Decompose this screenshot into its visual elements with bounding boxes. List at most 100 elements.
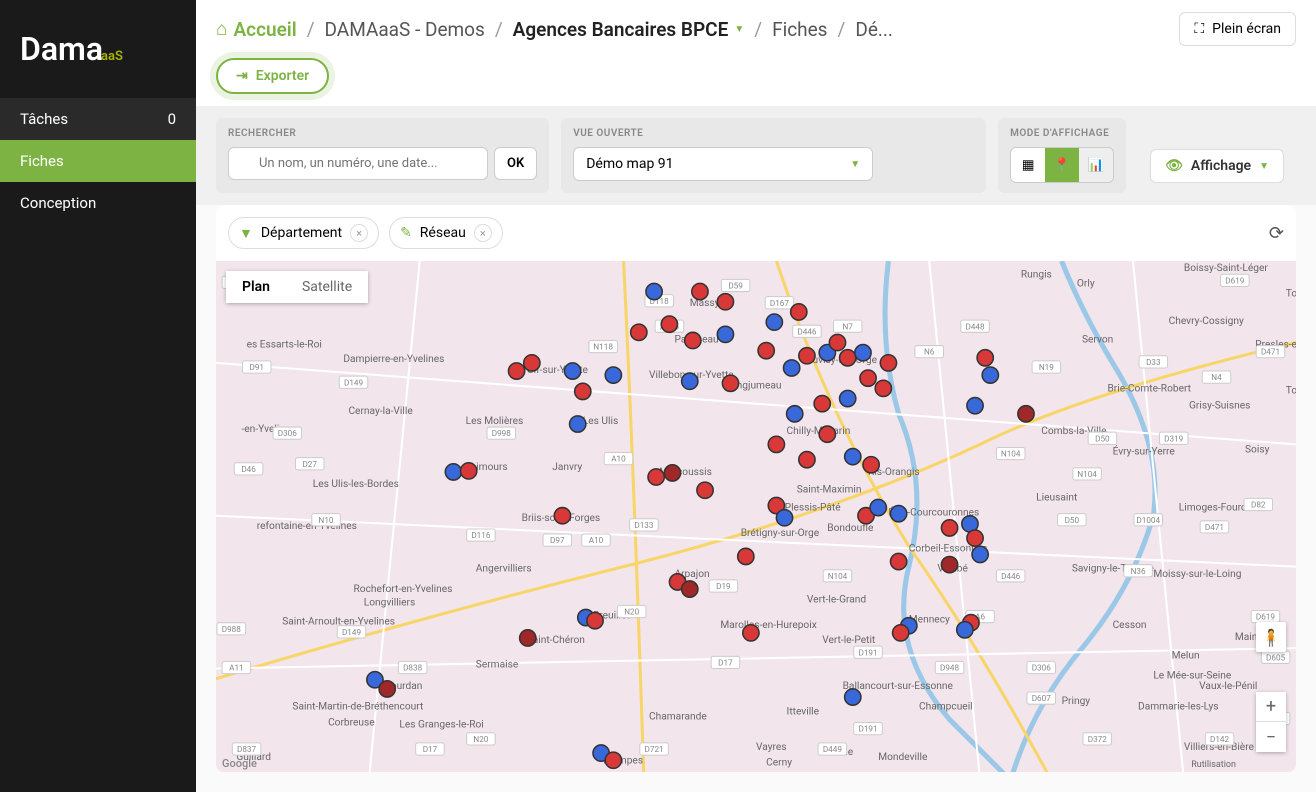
map-marker[interactable] — [445, 464, 461, 480]
map-marker[interactable] — [682, 581, 698, 597]
mode-map-button[interactable]: 📍 — [1045, 148, 1079, 182]
search-input[interactable] — [228, 147, 488, 180]
map-marker[interactable] — [967, 398, 983, 414]
map-marker[interactable] — [840, 350, 856, 366]
map-marker[interactable] — [840, 390, 856, 406]
map-marker[interactable] — [648, 469, 664, 485]
map-marker[interactable] — [717, 294, 733, 310]
map-marker[interactable] — [631, 324, 647, 340]
map-canvas[interactable]: Boissy-Saint-LégerOrlyRungisTournChevry-… — [216, 261, 1296, 772]
nav-fiches[interactable]: Fiches — [0, 140, 196, 182]
zoom-out-button[interactable]: − — [1256, 722, 1286, 752]
search-ok-button[interactable]: OK — [494, 147, 537, 180]
map-marker[interactable] — [722, 375, 738, 391]
map-marker[interactable] — [893, 625, 909, 641]
map-marker[interactable] — [685, 332, 701, 348]
road-badge: D605 — [1266, 652, 1285, 662]
map-marker[interactable] — [766, 314, 782, 330]
fullscreen-button[interactable]: ⛶ Plein écran — [1179, 12, 1296, 46]
map-marker[interactable] — [564, 363, 580, 379]
map-marker[interactable] — [783, 360, 799, 376]
map[interactable]: Plan Satellite — [216, 261, 1296, 772]
map-marker[interactable] — [461, 463, 477, 479]
map-marker[interactable] — [692, 283, 708, 299]
pin-icon: 📍 — [1054, 158, 1071, 173]
map-marker[interactable] — [890, 553, 906, 569]
map-marker[interactable] — [941, 520, 957, 536]
map-type-satellite[interactable]: Satellite — [286, 271, 368, 303]
breadcrumb-fiches[interactable]: Fiches — [772, 18, 827, 41]
map-marker[interactable] — [776, 510, 792, 526]
funnel-icon: ▼ — [239, 225, 253, 242]
map-marker[interactable] — [957, 622, 973, 638]
nav-conception[interactable]: Conception — [0, 182, 196, 224]
map-marker[interactable] — [967, 530, 983, 546]
chevron-down-icon: ▼ — [1259, 161, 1269, 172]
map-marker[interactable] — [605, 367, 621, 383]
map-marker[interactable] — [646, 283, 662, 299]
road-badge: D50 — [1095, 433, 1110, 443]
affichage-button[interactable]: 👁 Affichage ▼ — [1150, 149, 1284, 183]
map-marker[interactable] — [520, 630, 536, 646]
breadcrumb-demos[interactable]: DAMAaaS - Demos — [325, 18, 485, 41]
filter-remove-icon[interactable]: × — [350, 224, 368, 242]
map-marker[interactable] — [819, 426, 835, 442]
map-marker[interactable] — [758, 343, 774, 359]
breadcrumb-home[interactable]: ⌂ Accueil — [216, 17, 297, 41]
map-marker[interactable] — [661, 316, 677, 332]
map-marker[interactable] — [880, 355, 896, 371]
map-marker[interactable] — [717, 326, 733, 342]
filter-remove-icon[interactable]: × — [474, 224, 492, 242]
map-marker[interactable] — [1018, 406, 1034, 422]
nav-tasks[interactable]: Tâches 0 — [0, 98, 196, 140]
map-type-plan[interactable]: Plan — [226, 271, 286, 303]
map-marker[interactable] — [977, 350, 993, 366]
map-marker[interactable] — [982, 367, 998, 383]
map-marker[interactable] — [870, 499, 886, 515]
map-marker[interactable] — [524, 355, 540, 371]
map-marker[interactable] — [829, 334, 845, 350]
nav-fiches-label: Fiches — [20, 152, 64, 170]
map-marker[interactable] — [664, 465, 680, 481]
map-marker[interactable] — [875, 380, 891, 396]
map-marker[interactable] — [890, 506, 906, 522]
map-marker[interactable] — [845, 689, 861, 705]
map-marker[interactable] — [554, 508, 570, 524]
map-marker[interactable] — [570, 416, 586, 432]
map-marker[interactable] — [799, 452, 815, 468]
map-marker[interactable] — [575, 383, 591, 399]
city-label: Brie-Comte-Robert — [1107, 383, 1191, 394]
map-marker[interactable] — [791, 304, 807, 320]
city-label: Les Molières — [466, 416, 524, 427]
map-marker[interactable] — [682, 373, 698, 389]
zoom-in-button[interactable]: + — [1256, 692, 1286, 722]
map-marker[interactable] — [863, 457, 879, 473]
map-marker[interactable] — [799, 348, 815, 364]
map-marker[interactable] — [814, 395, 830, 411]
map-marker[interactable] — [587, 613, 603, 629]
map-marker[interactable] — [787, 406, 803, 422]
road-badge: N10 — [319, 515, 334, 525]
filter-reseau[interactable]: ✎ Réseau × — [389, 217, 503, 249]
export-button[interactable]: ⇥ Exporter — [216, 58, 329, 94]
map-marker[interactable] — [941, 556, 957, 572]
mode-chart-button[interactable]: 📊 — [1079, 148, 1113, 182]
map-marker[interactable] — [768, 436, 784, 452]
map-marker[interactable] — [855, 345, 871, 361]
refresh-icon[interactable]: ⟳ — [1269, 223, 1284, 244]
pegman-icon[interactable]: 🧍 — [1256, 622, 1286, 652]
city-label: Les Granges-le-Roi — [399, 720, 483, 731]
map-marker[interactable] — [860, 370, 876, 386]
map-marker[interactable] — [738, 548, 754, 564]
map-marker[interactable] — [972, 546, 988, 562]
map-marker[interactable] — [379, 681, 395, 697]
map-marker[interactable] — [743, 625, 759, 641]
breadcrumb-current[interactable]: Agences Bancaires BPCE ▼ — [513, 18, 745, 41]
map-marker[interactable] — [697, 482, 713, 498]
map-marker[interactable] — [605, 752, 621, 768]
map-marker[interactable] — [845, 448, 861, 464]
view-select[interactable]: Démo map 91 ▼ — [573, 147, 873, 181]
mode-table-button[interactable]: ▦ — [1011, 148, 1045, 182]
map-marker[interactable] — [508, 363, 524, 379]
filter-departement[interactable]: ▼ Département × — [228, 217, 379, 249]
